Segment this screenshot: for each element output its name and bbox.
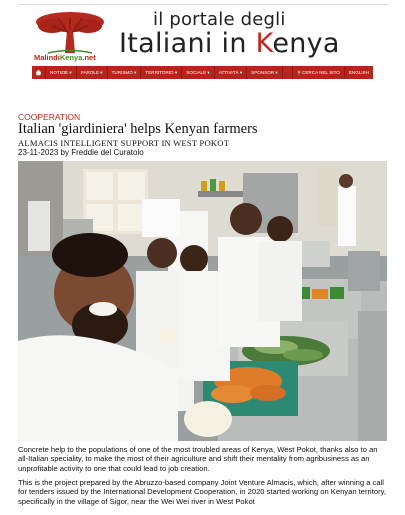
nav-item-label: SPONSOR: [251, 70, 275, 75]
chevron-down-icon: ▾: [274, 70, 278, 75]
chevron-down-icon: ▾: [206, 70, 210, 75]
site-title-b: K: [255, 28, 273, 59]
chevron-down-icon: ▾: [173, 70, 178, 75]
chevron-down-icon: ▾: [132, 70, 137, 75]
nav-item-label: PAROLE: [80, 70, 100, 75]
article-photo: [18, 161, 387, 441]
chevron-down-icon: ▾: [238, 70, 243, 75]
site-title-top: il portale degli: [153, 9, 286, 30]
home-icon: [35, 69, 42, 76]
nav-item-sponsor[interactable]: SPONSOR ▾: [247, 66, 283, 79]
article-paragraph-1: Concrete help to the populations of one …: [18, 445, 378, 473]
top-divider: [18, 4, 388, 5]
logo-text: MalindiKenya.net: [34, 53, 96, 62]
nav-item-sociale[interactable]: SOCIALE ▾: [182, 66, 215, 79]
nav-item-label: TURISMO: [111, 70, 133, 75]
site-title-c: enya: [272, 28, 340, 59]
search-label: CERCA NEL SITO: [302, 70, 340, 75]
language-link[interactable]: ENGLISH: [343, 66, 373, 79]
article-paragraph-2: This is the project prepared by the Abru…: [18, 478, 386, 506]
home-button[interactable]: [32, 66, 46, 79]
article-byline: 23-11-2023 by Freddie del Curatolo: [18, 148, 144, 157]
logo-text-c: .net: [82, 53, 96, 62]
main-nav: NOTIZIE ▾ PAROLE ▾ TURISMO ▾ TERRITORIO …: [32, 66, 373, 79]
nav-item-turismo[interactable]: TURISMO ▾: [108, 66, 142, 79]
chevron-down-icon: ▾: [68, 70, 72, 75]
site-title-a: Italiani in: [119, 28, 256, 59]
nav-item-label: SOCIALE: [186, 70, 207, 75]
search-button[interactable]: ⚲ CERCA NEL SITO: [292, 66, 343, 79]
nav-item-attivita[interactable]: ATTIVITÀ ▾: [215, 66, 248, 79]
article-title: Italian 'giardiniera' helps Kenyan farme…: [18, 121, 258, 137]
article-subtitle: ALMACIS INTELLIGENT SUPPORT IN WEST POKO…: [18, 138, 230, 148]
nav-item-notizie[interactable]: NOTIZIE ▾: [46, 66, 77, 79]
chevron-down-icon: ▾: [99, 70, 103, 75]
nav-item-label: NOTIZIE: [50, 70, 69, 75]
logo-text-b: Kenya: [59, 53, 83, 62]
site-title: Italiani in Kenya: [119, 28, 340, 59]
nav-item-parole[interactable]: PAROLE ▾: [77, 66, 108, 79]
logo-text-a: Malindi: [34, 53, 60, 62]
nav-item-label: ATTIVITÀ: [218, 70, 239, 75]
nav-item-label: TERRITORIO: [145, 70, 174, 75]
nav-item-territorio[interactable]: TERRITORIO ▾: [141, 66, 183, 79]
